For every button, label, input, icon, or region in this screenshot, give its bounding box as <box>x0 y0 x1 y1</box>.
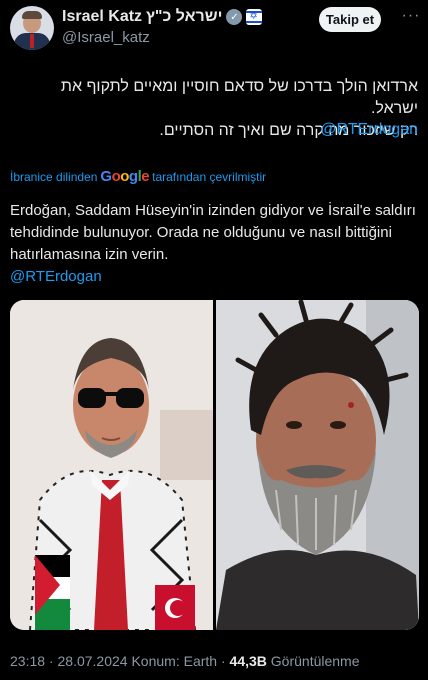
author-handle[interactable]: @Israel_katz <box>62 29 150 46</box>
verified-badge-icon: ✓ <box>226 9 243 25</box>
view-label: Görüntülenme <box>266 653 360 669</box>
author-hebrew-name[interactable]: ישראל כ"ץ <box>146 8 222 26</box>
media-photo-left[interactable] <box>10 300 213 630</box>
translated-line-2: tehdidinde bulunuyor. Orada ne olduğunu … <box>10 224 392 241</box>
author-name[interactable]: Israel Katz <box>62 8 142 26</box>
avatar-tie-shape <box>30 34 34 48</box>
translated-mention-link[interactable]: @RTErdogan <box>10 266 420 288</box>
meta-separator: · <box>45 653 58 669</box>
photo-left-illustration <box>10 300 213 630</box>
tweet-meta: 23:18 · 28.07.2024 Konum: Earth · 44,3B … <box>10 653 360 669</box>
israel-flag-icon: ✡ <box>246 9 263 25</box>
translation-suffix: tarafından çevrilmiştir <box>152 169 267 184</box>
avatar-hair-shape <box>22 11 42 19</box>
translated-line-3: hatırlamasına izin verin. <box>10 246 169 263</box>
tweet-text-translated: Erdoğan, Saddam Hüseyin'in izinden gidiy… <box>10 200 420 288</box>
translated-line-1: Erdoğan, Saddam Hüseyin'in izinden gidiy… <box>10 202 416 219</box>
tweet-date[interactable]: 28.07.2024 <box>58 653 128 669</box>
mention-link[interactable]: @RTErdogan <box>320 121 418 139</box>
meta-separator: · <box>217 653 230 669</box>
author-name-row[interactable]: Israel Katz ישראל כ"ץ ✓ ✡ <box>62 8 263 26</box>
tweet-media-grid[interactable] <box>10 300 419 630</box>
hebrew-line-1: ארדואן הולך בדרכו של סדאם חוסיין ומאיים … <box>60 78 418 117</box>
view-count[interactable]: 44,3B <box>230 653 267 669</box>
follow-button[interactable]: Takip et <box>319 7 381 32</box>
author-avatar[interactable] <box>10 6 54 50</box>
photo-right-illustration <box>216 300 419 630</box>
google-logo: Google <box>100 168 150 185</box>
translation-notice[interactable]: İbranice dilinden Google tarafından çevr… <box>10 168 266 185</box>
media-photo-right[interactable] <box>216 300 419 630</box>
tweet-location: Konum: Earth <box>127 653 218 669</box>
tweet-time[interactable]: 23:18 <box>10 653 45 669</box>
more-options-icon[interactable]: ··· <box>401 8 421 28</box>
tweet-header: Israel Katz ישראל כ"ץ ✓ ✡ @Israel_katz T… <box>0 0 428 52</box>
translation-prefix: İbranice dilinden <box>10 169 98 184</box>
